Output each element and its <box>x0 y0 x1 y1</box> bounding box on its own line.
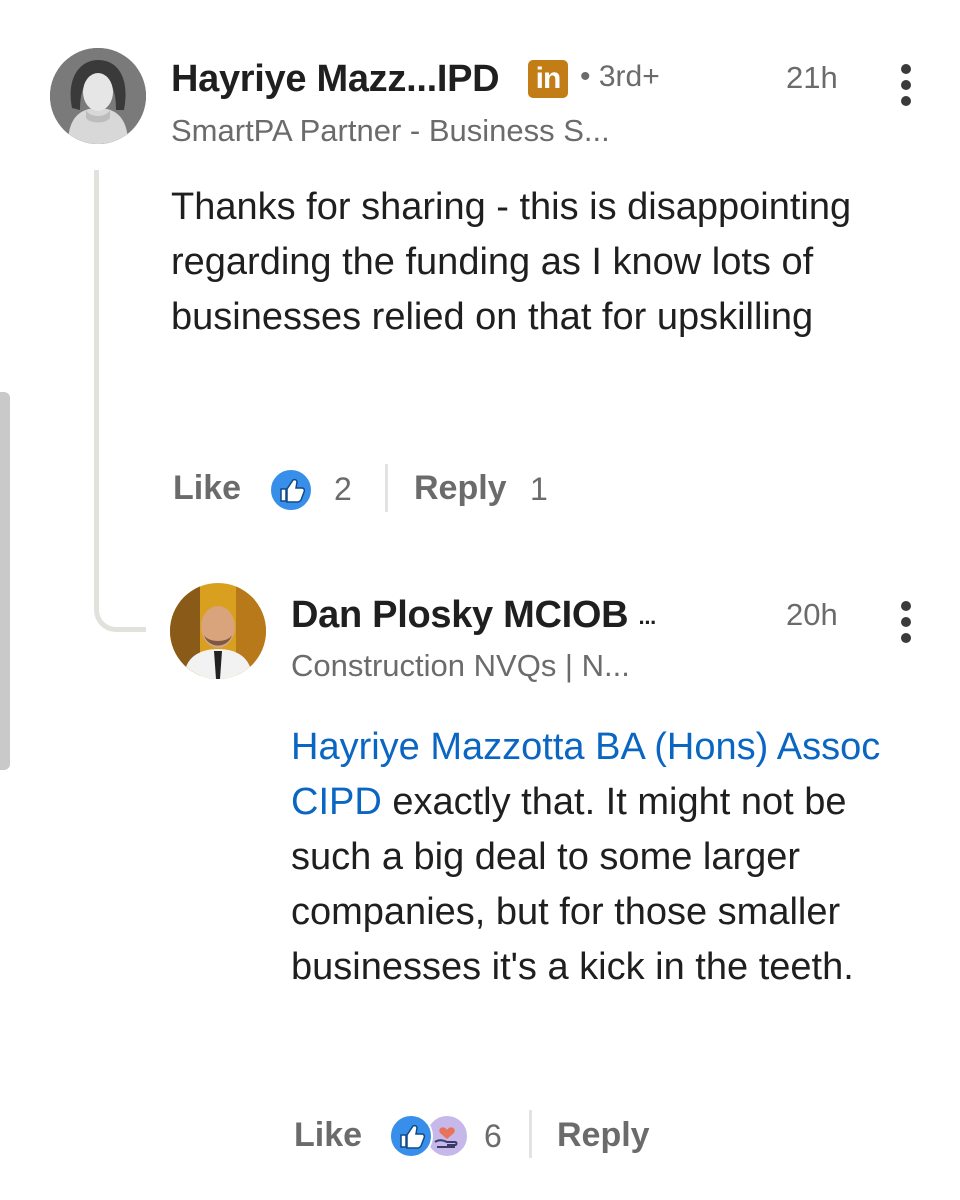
action-divider <box>385 464 388 512</box>
reply-author-headline: Construction NVQs | N... <box>291 648 630 683</box>
connection-degree: • 3rd+ <box>580 60 660 93</box>
reply-timestamp: 20h <box>786 597 838 632</box>
comment-author-avatar[interactable] <box>50 48 146 144</box>
thread-connector-line <box>94 170 146 632</box>
action-divider <box>529 1110 532 1158</box>
like-icon <box>269 468 313 512</box>
reaction-count[interactable]: 6 <box>484 1118 502 1155</box>
reaction-count[interactable]: 2 <box>334 471 352 508</box>
comment-text: Thanks for sharing - this is disappointi… <box>171 186 852 338</box>
more-options-icon[interactable] <box>896 64 916 108</box>
more-options-icon[interactable] <box>896 601 916 645</box>
reply-button[interactable]: Reply <box>557 1116 650 1155</box>
linkedin-premium-badge: in <box>528 60 568 98</box>
scrollbar-handle[interactable] <box>0 392 10 770</box>
like-icon <box>389 1114 433 1158</box>
reply-count[interactable]: 1 <box>530 471 548 508</box>
reply-button[interactable]: Reply <box>414 469 507 508</box>
reply-author-name[interactable]: Dan Plosky MCIOB ... <box>291 594 656 637</box>
reply-author-avatar[interactable] <box>170 583 266 679</box>
comment-author-name[interactable]: Hayriye Mazz...IPD <box>171 58 500 101</box>
comment-timestamp: 21h <box>786 60 838 95</box>
reply-text: Hayriye Mazzotta BA (Hons) Assoc CIPD ex… <box>291 720 921 995</box>
like-button[interactable]: Like <box>173 469 241 508</box>
like-button[interactable]: Like <box>294 1116 362 1155</box>
comment-author-headline: SmartPA Partner - Business S... <box>171 113 610 148</box>
name-truncation: ... <box>638 603 657 629</box>
